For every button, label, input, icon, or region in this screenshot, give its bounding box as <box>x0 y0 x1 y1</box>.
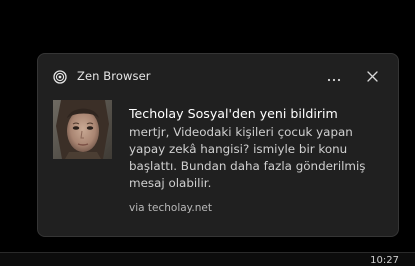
app-name: Zen Browser <box>77 69 151 83</box>
header-actions <box>322 66 384 86</box>
taskbar-edge <box>0 252 415 266</box>
more-horizontal-icon <box>327 67 341 86</box>
notification-attribution: via techolay.net <box>129 202 212 214</box>
profile-thumbnail <box>53 100 112 159</box>
close-button[interactable] <box>360 66 384 86</box>
notification-toast[interactable]: Zen Browser Techolay Sosyal'den yeni bil… <box>37 53 399 237</box>
notification-header: Zen Browser <box>53 66 384 86</box>
notification-body: mertjr, Videodaki kişileri çocuk yapan y… <box>129 125 366 190</box>
close-icon <box>366 67 378 86</box>
notification-title: Techolay Sosyal'den yeni bildirim <box>129 106 338 121</box>
notification-content: Techolay Sosyal'den yeni bildirim mertjr… <box>129 105 389 215</box>
more-options-button[interactable] <box>322 66 346 86</box>
zen-browser-icon <box>53 69 67 84</box>
